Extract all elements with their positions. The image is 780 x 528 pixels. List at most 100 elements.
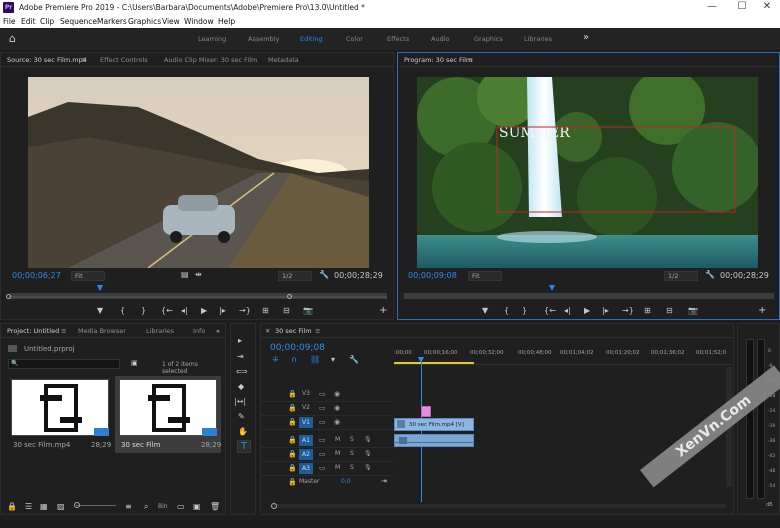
track-label[interactable]: A1 [299,435,313,446]
tab-effect-controls[interactable]: Effect Controls [100,56,148,64]
project-search-input[interactable]: 🔍 [8,359,120,369]
source-playhead[interactable] [96,285,103,291]
menu-graphics[interactable]: Graphics [128,17,161,26]
mute-button[interactable]: M [335,436,340,443]
snap-icon[interactable]: ∩ [291,355,297,364]
track-label[interactable]: A3 [299,463,313,474]
source-step-back-icon[interactable]: ◂| [181,306,188,315]
program-mark-out-icon[interactable]: } [522,306,527,315]
eye-icon[interactable]: ◉ [334,418,340,426]
automate-to-sequence-icon[interactable]: ⌕ [144,502,148,512]
overwrite-icon[interactable]: ⊟ [283,306,290,315]
track-label[interactable]: V1 [299,417,313,428]
program-playhead[interactable] [549,285,555,291]
nest-icon[interactable]: ⁜ [272,355,279,364]
program-export-frame-icon[interactable]: 📷 [688,306,698,315]
zoom-slider[interactable] [76,505,116,506]
trash-icon[interactable]: 🗑 [210,502,220,511]
new-item-icon[interactable]: ▣ [193,502,201,511]
mute-button[interactable]: M [335,450,340,457]
menu-sequence[interactable]: Sequence [60,17,97,26]
tab-media-browser[interactable]: Media Browser [78,327,126,335]
more-workspaces-icon[interactable]: » [583,32,589,43]
add-marker-icon[interactable]: ▾ [331,355,335,364]
menu-markers[interactable]: Markers [97,17,127,26]
track-label[interactable]: V2 [302,404,310,411]
wrench-icon[interactable]: 🔧 [319,270,329,279]
timeline-ruler[interactable]: :00;00 00;00;16;00 00;00;32;00 00;00;48;… [394,345,732,365]
track-select-tool-icon[interactable]: ⇥ [237,352,244,361]
tab-program[interactable]: Program: 30 sec Film [404,56,472,64]
source-add-marker-icon[interactable]: ▼ [97,306,103,315]
new-bin-icon[interactable]: ▭ [177,502,185,511]
mute-button[interactable]: M [335,464,340,471]
lock-icon[interactable]: 🔒 [288,390,297,398]
graphic-clip-v2[interactable] [421,406,431,417]
source-play-icon[interactable]: ▶ [201,306,207,315]
source-export-frame-icon[interactable]: 📷 [303,306,313,315]
minimize-button[interactable]: — [697,0,727,15]
timeline-playhead[interactable] [418,357,425,363]
sync-lock-icon[interactable]: ▭ [319,450,326,458]
source-zoom-handle-right[interactable] [287,294,292,299]
tab-sequence[interactable]: 30 sec Film [275,327,312,335]
source-add-button-icon[interactable]: + [379,305,387,316]
menu-window[interactable]: Window [184,17,214,26]
source-zoom-handle-left[interactable] [6,294,11,299]
workspace-color[interactable]: Color [346,35,363,43]
project-item-name[interactable]: 30 sec Film.mp4 [13,441,70,449]
voice-record-icon[interactable]: 🎙 [364,450,372,457]
sync-lock-icon[interactable]: ▭ [319,390,326,398]
source-fit-dropdown[interactable]: Fit [71,271,105,281]
source-go-to-out-icon[interactable]: →} [239,306,251,315]
icon-view-icon[interactable]: ▦ [40,502,48,511]
lock-icon[interactable]: 🔒 [288,436,297,444]
program-go-to-out-icon[interactable]: →} [622,306,634,315]
eye-icon[interactable]: ◉ [334,404,340,412]
project-item-selected[interactable]: 30 sec Film 28;29 [115,376,221,453]
insert-icon[interactable]: ⊞ [262,306,269,315]
program-resolution-dropdown[interactable]: 1/2 [664,271,698,281]
program-step-back-icon[interactable]: ◂| [564,306,571,315]
home-icon[interactable]: ⌂ [9,32,16,45]
source-step-forward-icon[interactable]: |▸ [219,306,226,315]
wrench-icon[interactable]: 🔧 [705,270,715,279]
ripple-edit-tool-icon[interactable]: ⟺ [236,367,247,376]
sort-icon[interactable]: ≡ [125,502,132,511]
source-zoom-bar[interactable] [9,296,387,298]
more-tabs-icon[interactable]: » [216,327,220,335]
close-tab-icon[interactable]: ✕ [265,327,270,335]
voice-record-icon[interactable]: 🎙 [364,436,372,443]
go-to-end-icon[interactable]: ⇥ [381,477,387,485]
lock-icon[interactable]: 🔒 [288,404,297,412]
razor-tool-icon[interactable]: ◆ [238,382,244,391]
project-item-name[interactable]: 30 sec Film [121,441,160,449]
workspace-graphics[interactable]: Graphics [474,35,503,43]
panel-menu-icon[interactable]: ≡ [61,327,66,335]
solo-button[interactable]: S [350,436,354,443]
workspace-libraries[interactable]: Libraries [524,35,552,43]
program-mark-in-icon[interactable]: { [504,306,509,315]
close-button[interactable]: ✕ [752,0,780,15]
source-settings-icon[interactable]: ▤ [181,270,189,279]
source-mark-in-icon[interactable]: { [120,306,125,315]
timeline-playhead-line[interactable] [421,362,423,502]
program-timecode[interactable]: 00;00;09;08 [408,271,457,280]
program-play-icon[interactable]: ▶ [584,306,590,315]
lock-icon[interactable]: 🔒 [288,478,297,486]
voice-record-icon[interactable]: 🎙 [364,464,372,471]
source-go-to-in-icon[interactable]: {← [161,306,173,315]
audio-clip-a1[interactable] [394,434,474,447]
extract-icon[interactable]: ⊟ [666,306,673,315]
program-step-forward-icon[interactable]: |▸ [602,306,609,315]
eye-icon[interactable]: ◉ [334,390,340,398]
tab-source[interactable]: Source: 30 sec Film.mp4 [7,56,87,64]
panel-menu-icon[interactable]: ≡ [315,327,320,335]
new-bin-from-search-icon[interactable]: ▣ [131,359,138,367]
master-volume[interactable]: 0,0 [341,478,351,485]
video-clip-v1[interactable]: 30 sec Film.mp4 [V] [394,418,474,431]
selection-tool-icon[interactable]: ▸ [238,336,242,345]
solo-button[interactable]: S [350,450,354,457]
lift-icon[interactable]: ⊞ [644,306,651,315]
source-trim-icon[interactable]: ⇹ [195,270,202,279]
